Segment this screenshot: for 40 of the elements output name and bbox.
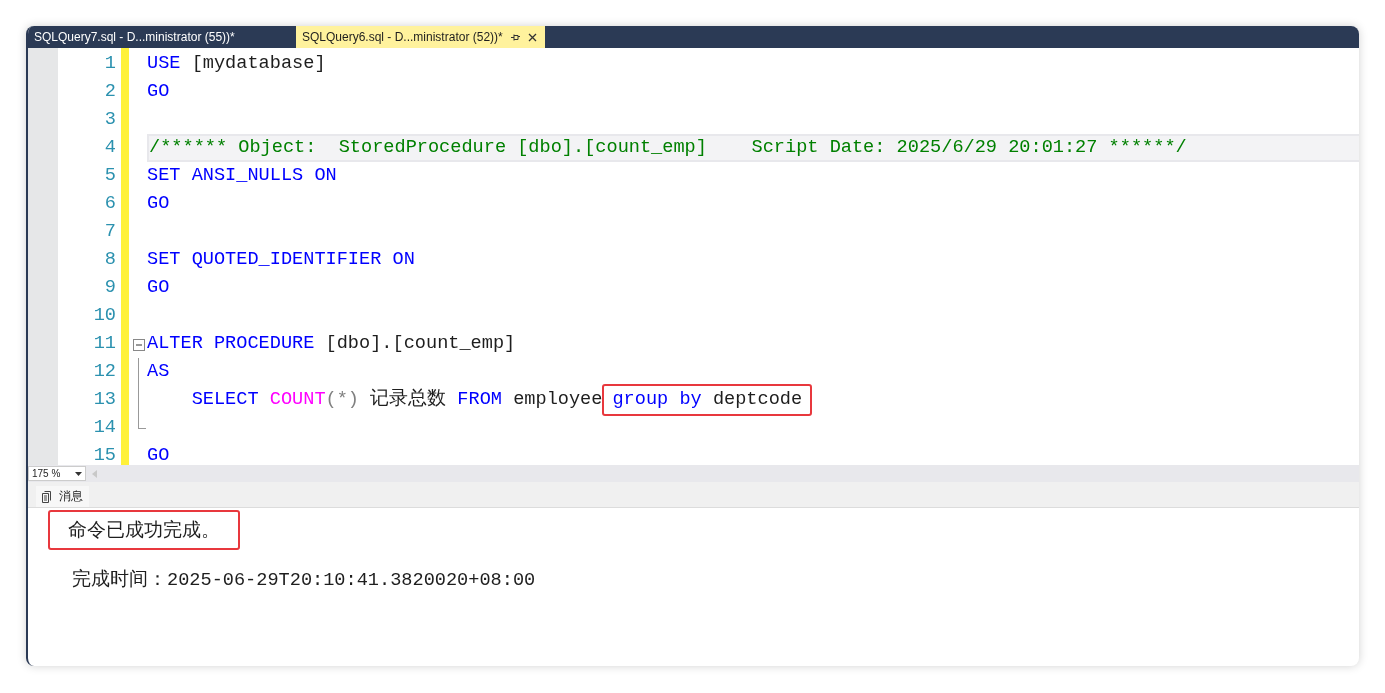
code-line: AS [147,360,170,384]
document-tab[interactable]: SQLQuery7.sql - D...ministrator (55))* [28,26,296,48]
status-message: 命令已成功完成。 [48,510,240,550]
line-number: 1 [103,52,116,76]
code-line: SELECT COUNT(*) 记录总数 FROM employee [190,387,603,412]
highlight-box: group by deptcode [602,384,813,416]
code-line: GO [147,80,170,104]
document-icon [42,490,53,503]
code-line: GO [147,444,170,465]
line-number: 12 [92,360,116,384]
close-icon[interactable] [527,32,537,42]
line-number: 2 [103,80,116,104]
pin-icon[interactable] [510,32,520,42]
line-number: 5 [103,164,116,188]
code-line: GO [147,276,170,300]
line-number: 6 [103,192,116,216]
zoom-dropdown[interactable]: 175 % [28,466,86,481]
collapse-icon[interactable] [131,337,145,351]
code-line: SET QUOTED_IDENTIFIER ON [147,248,415,272]
line-number: 10 [92,304,116,328]
document-tab[interactable]: SQLQuery6.sql - D...ministrator (52))* [296,26,545,48]
messages-tab[interactable]: 消息 [36,486,89,507]
line-number: 15 [92,444,116,465]
code-line: SET ANSI_NULLS ON [147,164,337,188]
line-number: 13 [92,388,116,412]
completion-time-label: 完成时间： [72,567,167,591]
line-number: 3 [103,108,116,132]
line-number: 7 [103,220,116,244]
line-number: 8 [103,248,116,272]
code-line: USE [mydatabase] [147,52,326,76]
line-number: 11 [92,332,116,356]
line-number: 9 [103,276,116,300]
code-line: ALTER PROCEDURE [dbo].[count_emp] [147,332,516,356]
fold-end-line [137,414,146,429]
caret-icon [75,471,82,476]
completion-time: 2025-06-29T20:10:41.3820020+08:00 [167,570,536,591]
line-number: 14 [92,416,116,440]
code-line: /****** Object: StoredProcedure [dbo].[count_emp] Script Date: 2025/6/29 20:01:27 ******/ [149,136,1187,160]
line-number: 4 [103,136,116,160]
code-line: GO [147,192,170,216]
